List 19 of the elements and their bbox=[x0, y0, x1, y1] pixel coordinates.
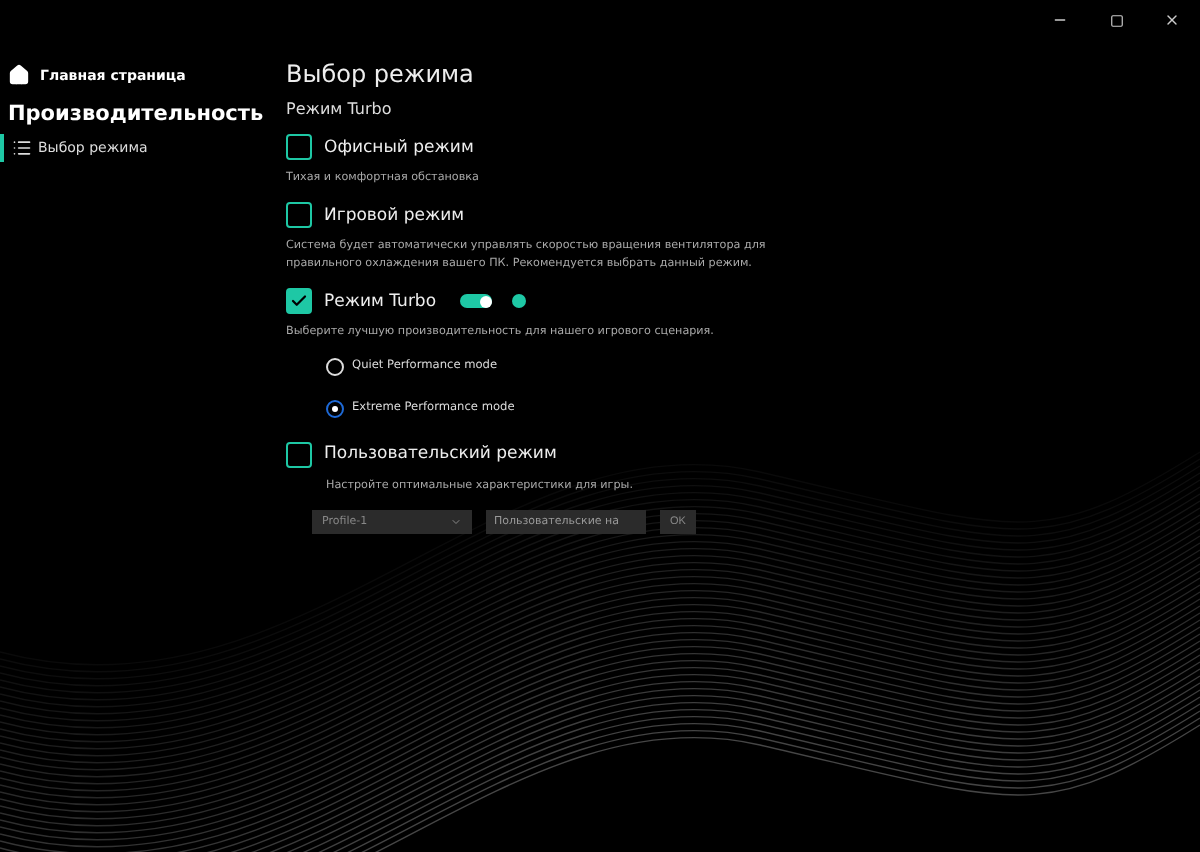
subtitle: Режим Turbo bbox=[286, 100, 394, 118]
close-icon bbox=[1164, 12, 1180, 28]
maximize-icon bbox=[1109, 13, 1123, 27]
check-icon bbox=[290, 292, 308, 311]
page-title: Выбор режима bbox=[286, 60, 476, 88]
checkbox[interactable] bbox=[286, 134, 312, 160]
radio-button[interactable] bbox=[326, 399, 344, 418]
checkbox[interactable] bbox=[286, 441, 312, 468]
checkbox[interactable] bbox=[286, 202, 312, 229]
list-icon bbox=[12, 138, 32, 158]
chevron-down-icon bbox=[450, 515, 462, 528]
option-label: Офисный режим bbox=[324, 137, 474, 157]
option-label: Пользовательский режим bbox=[324, 444, 557, 465]
option-label: Игровой режим bbox=[324, 205, 465, 226]
toggle-switch[interactable] bbox=[460, 294, 493, 309]
section-heading: Производительность bbox=[6, 100, 266, 130]
option-label: Режим Turbo bbox=[324, 291, 437, 312]
checkbox[interactable] bbox=[286, 288, 312, 315]
home-icon bbox=[8, 64, 30, 86]
